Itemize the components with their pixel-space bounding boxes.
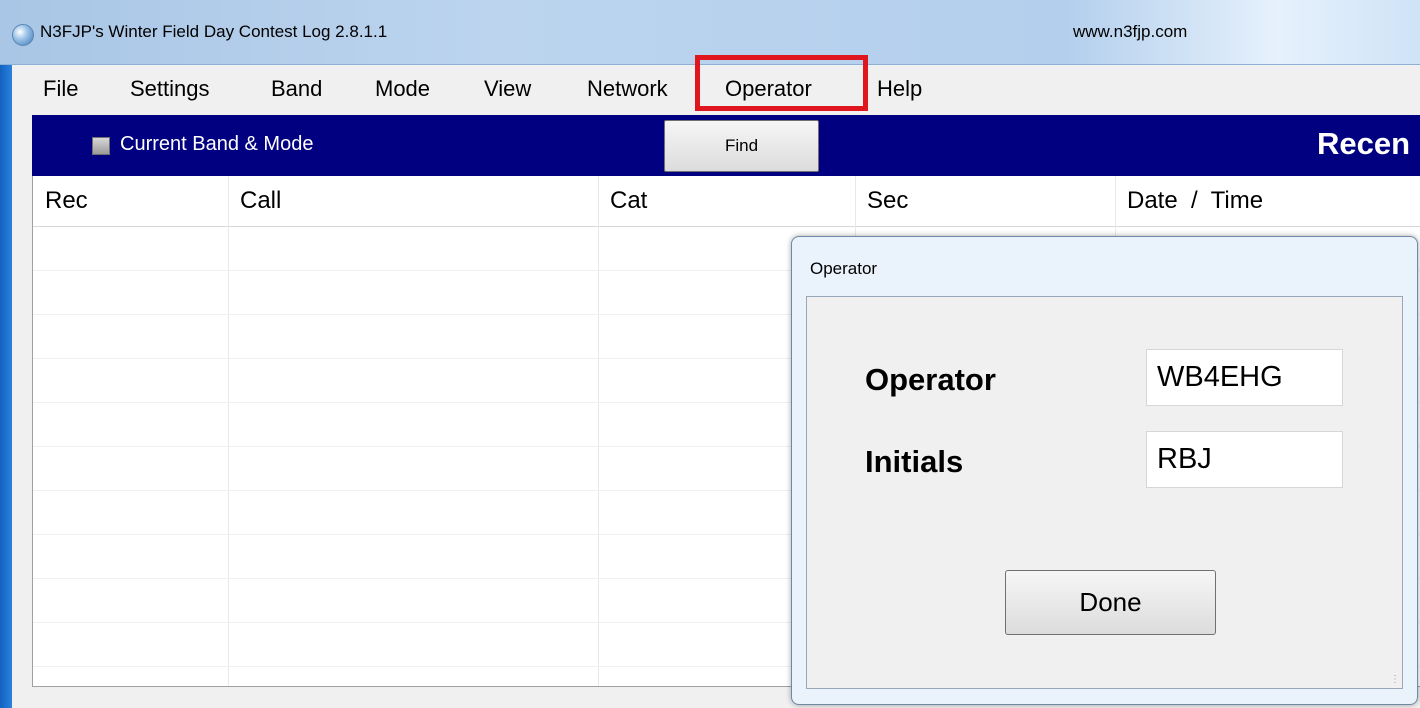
globe-icon (12, 24, 34, 46)
initials-label: Initials (865, 444, 964, 479)
done-button[interactable]: Done (1005, 570, 1216, 635)
menu-file[interactable]: File (43, 75, 78, 103)
column-header-date-time[interactable]: Date / Time (1115, 176, 1263, 226)
desktop-edge (0, 65, 12, 708)
dialog-content: Operator WB4EHG Initials RBJ Done ⋮ (806, 296, 1403, 689)
operator-dialog: Operator Operator WB4EHG Initials RBJ Do… (791, 236, 1418, 705)
menu-view[interactable]: View (484, 75, 531, 103)
operator-label: Operator (865, 362, 996, 397)
column-header-rec[interactable]: Rec (33, 176, 88, 226)
search-toolbar: Current Band & Mode Find Recen (32, 115, 1420, 176)
menu-settings[interactable]: Settings (130, 75, 210, 103)
column-header-call[interactable]: Call (228, 176, 281, 226)
highlight-box (695, 55, 868, 111)
menu-bar: File Settings Band Mode View Network Ope… (12, 55, 1420, 115)
recent-contacts-heading: Recen (1316, 126, 1410, 161)
menu-help[interactable]: Help (877, 75, 922, 103)
operator-field[interactable]: WB4EHG (1146, 349, 1343, 406)
find-button[interactable]: Find (664, 120, 819, 172)
column-divider (598, 176, 599, 686)
column-header-cat[interactable]: Cat (598, 176, 647, 226)
current-band-mode-label: Current Band & Mode (120, 133, 314, 155)
column-header-sec[interactable]: Sec (855, 176, 908, 226)
menu-band[interactable]: Band (271, 75, 322, 103)
main-window: N3FJP's Winter Field Day Contest Log 2.8… (0, 0, 1420, 708)
menu-mode[interactable]: Mode (375, 75, 430, 103)
resize-grip-icon[interactable]: ⋮ (1388, 674, 1400, 686)
window-url: www.n3fjp.com (1073, 22, 1188, 41)
current-band-mode-checkbox[interactable] (92, 137, 110, 155)
table-header: Rec Call Cat Sec Date / Time (33, 176, 1420, 227)
dialog-title: Operator (810, 259, 878, 278)
column-divider (228, 176, 229, 686)
menu-network[interactable]: Network (587, 75, 668, 103)
window-title: N3FJP's Winter Field Day Contest Log 2.8… (40, 22, 388, 41)
initials-field[interactable]: RBJ (1146, 431, 1343, 488)
